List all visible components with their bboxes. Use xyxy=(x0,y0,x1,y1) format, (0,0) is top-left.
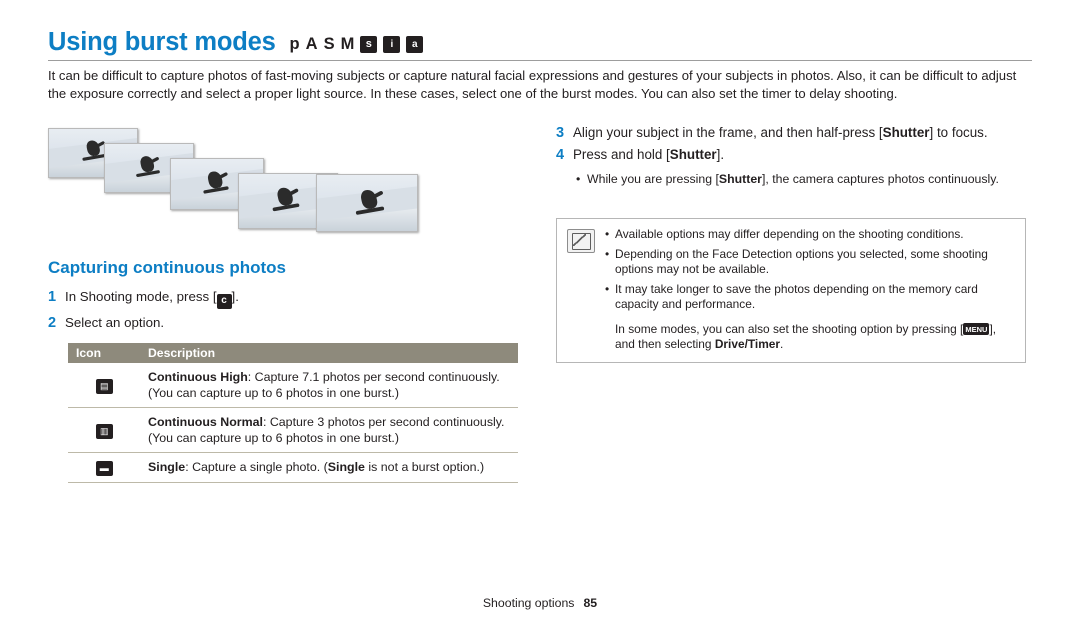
burst-options-table: Icon Description ▤ Continuous High: Capt… xyxy=(68,343,518,483)
table-cell-icon: ▥ xyxy=(68,407,140,453)
note-bullet-dot: • xyxy=(605,246,610,261)
bullet-bold: Shutter xyxy=(718,172,762,186)
step-2-number: 2 xyxy=(48,314,57,331)
step-4-bullet: • While you are pressing [Shutter], the … xyxy=(576,171,1026,187)
column-header-description: Description xyxy=(140,343,518,363)
note-menu-part1: In some modes, you can also set the shoo… xyxy=(615,321,964,336)
page-title: Using burst modes xyxy=(48,28,276,56)
smart-mode-icon: s xyxy=(360,36,378,53)
mode-s-icon: S xyxy=(323,35,335,53)
step-4-text: Press and hold [Shutter]. xyxy=(573,145,1026,164)
bullet-part2: ], the camera captures photos continuous… xyxy=(761,172,999,186)
header-divider xyxy=(48,60,1032,61)
step-4-part2: ]. xyxy=(716,147,725,162)
note-item: • Depending on the Face Detection option… xyxy=(605,247,1015,278)
note-item: • Available options may differ depending… xyxy=(605,227,1015,243)
note-item-text: Depending on the Face Detection options … xyxy=(615,246,988,277)
document-page: Using burst modes p A S M s i a It can b… xyxy=(0,0,1080,630)
option-name: Continuous Normal xyxy=(148,415,263,429)
column-header-icon: Icon xyxy=(68,343,140,363)
page-footer: Shooting options 85 xyxy=(0,596,1080,610)
note-item-menu: In some modes, you can also set the shoo… xyxy=(605,322,1015,353)
option-name-2: Single xyxy=(327,460,365,474)
step-4-number: 4 xyxy=(556,147,565,163)
scene-mode-icon: i xyxy=(383,36,401,53)
menu-button-icon: MENU xyxy=(963,323,990,336)
table-header: Icon Description xyxy=(68,343,518,363)
drive-mode-icon: c xyxy=(216,293,232,309)
bullet-text: While you are pressing [Shutter], the ca… xyxy=(587,171,999,187)
step-4-bold: Shutter xyxy=(669,147,717,162)
mode-p-icon: p xyxy=(289,35,300,53)
table-cell-icon: ▤ xyxy=(68,363,140,408)
note-bullet-dot xyxy=(605,322,615,353)
step-3-part1: Align your subject in the frame, and the… xyxy=(573,125,883,140)
table-cell-description: Continuous Normal: Capture 3 photos per … xyxy=(140,407,518,453)
note-bullet-dot: • xyxy=(605,227,610,241)
step-1-post: ]. xyxy=(231,289,239,304)
option-desc: : Capture 3 photos per second continuous… xyxy=(262,415,505,429)
table-cell-description: Single: Capture a single photo. (Single … xyxy=(140,452,518,483)
left-steps-list: 1 In Shooting mode, press [c]. 2 Select … xyxy=(48,288,468,337)
option-note: (You can capture up to 6 photos in one b… xyxy=(148,386,399,400)
step-3: 3 Align your subject in the frame, and t… xyxy=(556,123,1026,143)
table-row: ▥ Continuous Normal: Capture 3 photos pe… xyxy=(68,407,518,453)
step-3-text: Align your subject in the frame, and the… xyxy=(573,123,1026,142)
burst-photo-illustration xyxy=(48,128,428,238)
step-2-text: Select an option. xyxy=(65,314,165,330)
intro-paragraph: It can be difficult to capture photos of… xyxy=(48,68,1017,101)
single-shot-icon: ▬ xyxy=(95,461,113,476)
option-note: (You can capture up to 6 photos in one b… xyxy=(148,431,399,445)
step-4: 4 Press and hold [Shutter]. xyxy=(556,145,1026,165)
table-row: ▬ Single: Capture a single photo. (Singl… xyxy=(68,452,518,483)
option-name: Continuous High xyxy=(148,370,248,384)
mode-m-icon: M xyxy=(340,35,355,53)
option-desc: : Capture a single photo. ( xyxy=(185,460,328,474)
step-3-bold: Shutter xyxy=(882,125,930,140)
continuous-normal-icon: ▥ xyxy=(95,423,113,439)
note-box: • Available options may differ depending… xyxy=(556,218,1026,363)
note-item-text: It may take longer to save the photos de… xyxy=(615,281,978,312)
table-row: ▤ Continuous High: Capture 7.1 photos pe… xyxy=(68,363,518,408)
bullet-part1: While you are pressing [ xyxy=(587,172,719,186)
step-1-pre: In Shooting mode, press [ xyxy=(65,289,217,304)
step-3-number: 3 xyxy=(556,125,565,141)
mode-icon-group: p A S M s i a xyxy=(290,35,424,54)
note-item-text: Available options may differ depending o… xyxy=(615,227,964,241)
note-item: • It may take longer to save the photos … xyxy=(605,282,1015,313)
page-number: 85 xyxy=(583,596,598,610)
note-menu-part3: . xyxy=(780,337,784,351)
table-cell-description: Continuous High: Capture 7.1 photos per … xyxy=(140,363,518,408)
note-bullet-dot: • xyxy=(605,281,610,296)
note-menu-bold: Drive/Timer xyxy=(714,337,781,351)
burst-frame-5 xyxy=(316,174,418,232)
auto-mode-icon: a xyxy=(406,36,424,53)
table-header-row: Icon Description xyxy=(68,343,518,363)
bullet-dot: • xyxy=(576,172,581,186)
footer-label: Shooting options xyxy=(482,596,575,610)
mode-a-icon: A xyxy=(305,35,318,53)
step-3-part2: ] to focus. xyxy=(929,125,988,140)
continuous-high-icon: ▤ xyxy=(95,378,113,394)
note-list: • Available options may differ depending… xyxy=(605,227,1015,353)
option-name: Single xyxy=(148,460,186,474)
page-header: Using burst modes p A S M s i a xyxy=(48,28,424,57)
note-pencil-icon xyxy=(567,229,595,253)
step-4-part1: Press and hold [ xyxy=(573,147,670,162)
note-item-menu-text: In some modes, you can also set the shoo… xyxy=(615,322,1015,353)
step-1-text: In Shooting mode, press [c]. xyxy=(65,288,468,309)
right-steps-list: 3 Align your subject in the frame, and t… xyxy=(556,123,1026,187)
option-desc: : Capture 7.1 photos per second continuo… xyxy=(247,370,500,384)
option-desc-2: is not a burst option.) xyxy=(364,460,485,474)
step-1-number: 1 xyxy=(48,289,57,305)
table-body: ▤ Continuous High: Capture 7.1 photos pe… xyxy=(68,363,518,483)
step-1: 1 In Shooting mode, press [c]. xyxy=(48,288,468,309)
section-heading: Capturing continuous photos xyxy=(48,258,286,277)
step-2: 2 Select an option. xyxy=(48,314,468,332)
table-cell-icon: ▬ xyxy=(68,452,140,483)
